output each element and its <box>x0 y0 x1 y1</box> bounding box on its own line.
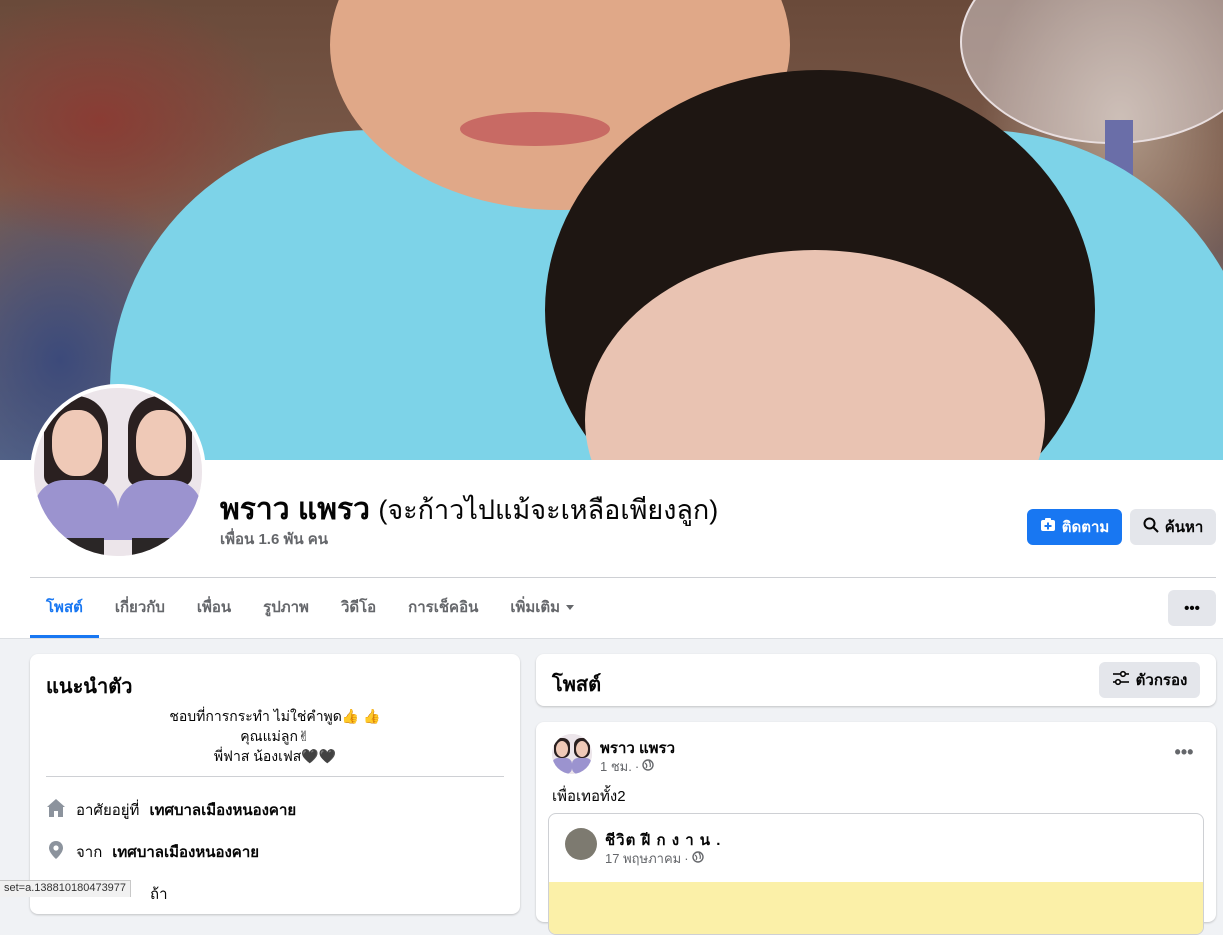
meta-separator: · <box>634 759 640 774</box>
shared-post-background <box>549 882 1203 934</box>
tab-posts-label: โพสต์ <box>46 598 83 616</box>
intro-title: แนะนำตัว <box>46 676 133 698</box>
profile-more-button[interactable]: ••• <box>1168 590 1216 626</box>
bio-line: ชอบที่การกระทำ ไม่ใช่คำพูด👍 👍 <box>169 708 381 724</box>
shared-meta: 17 พฤษภาคม · <box>605 848 704 869</box>
lives-in-prefix: อาศัยอยู่ที่ <box>76 802 140 819</box>
filter-sliders-icon <box>1112 670 1130 690</box>
tab-more[interactable]: เพิ่มเติม <box>494 578 591 636</box>
home-icon <box>46 798 66 822</box>
avatar-photo-left <box>34 388 118 556</box>
avatar-photo-right <box>118 388 202 556</box>
tab-friends[interactable]: เพื่อน <box>181 578 247 636</box>
caret-down-icon <box>565 599 575 616</box>
tab-videos[interactable]: วิดีโอ <box>325 578 392 636</box>
tab-photos-label: รูปภาพ <box>263 599 309 616</box>
shared-post[interactable]: ชีวิต ฝี ก ง า น . 17 พฤษภาคม · <box>548 813 1204 935</box>
shared-date[interactable]: 17 พฤษภาคม <box>605 848 681 869</box>
location-pin-icon <box>46 840 66 864</box>
profile-name: พราว แพรว (จะก้าวไปแม้จะเหลือเพียงลูก) <box>220 486 718 533</box>
more-dots-icon: ••• <box>1184 599 1200 617</box>
follow-icon <box>1040 517 1056 537</box>
tab-about[interactable]: เกี่ยวกับ <box>99 578 181 636</box>
profile-tabs: โพสต์ เกี่ยวกับ เพื่อน รูปภาพ วิดีโอ การ… <box>30 578 591 638</box>
follow-label: ติดตาม <box>1061 519 1110 536</box>
follow-button[interactable]: ติดตาม <box>1027 509 1122 545</box>
posts-title: โพสต์ <box>552 674 602 696</box>
bio-line: พี่ฟาส น้องเฟส🖤🖤 <box>213 748 337 764</box>
tab-posts[interactable]: โพสต์ <box>30 578 99 638</box>
tab-videos-label: วิดีโอ <box>340 599 377 616</box>
search-button[interactable]: ค้นหา <box>1130 509 1216 545</box>
post-time[interactable]: 1 ชม. <box>600 756 632 777</box>
more-dots-icon: ••• <box>1174 741 1194 762</box>
post-text: เพื่อเทอทั้ง2 <box>552 788 626 805</box>
search-label: ค้นหา <box>1164 519 1204 536</box>
from-link[interactable]: เทศบาลเมืองหนองคาย <box>112 840 259 864</box>
tab-photos[interactable]: รูปภาพ <box>247 578 325 636</box>
tab-friends-label: เพื่อน <box>196 599 232 616</box>
from-prefix: จาก <box>76 844 103 861</box>
bio-line: คุณแม่ลูก✌ <box>240 728 310 744</box>
profile-name-text: พราว แพรว <box>220 493 370 526</box>
filter-button[interactable]: ตัวกรอง <box>1099 662 1200 698</box>
globe-icon <box>691 851 704 866</box>
browser-status-url: set=a.138810180473977 <box>0 880 132 897</box>
profile-alternate-name: (จะก้าวไปแม้จะเหลือเพียงลูก) <box>378 495 719 525</box>
intro-bio: ชอบที่การกระทำ ไม่ใช่คำพูด👍 👍 คุณแม่ลูก✌… <box>46 706 504 766</box>
lives-in-link[interactable]: เทศบาลเมืองหนองคาย <box>149 798 296 822</box>
friends-count[interactable]: เพื่อน 1.6 พัน คน <box>220 527 328 551</box>
tab-about-label: เกี่ยวกับ <box>114 599 165 616</box>
post-meta: 1 ชม. · <box>600 756 654 777</box>
avatar-photo <box>34 388 202 556</box>
search-icon <box>1143 517 1159 537</box>
partial-row: ถ้า <box>150 882 168 906</box>
shared-author-avatar[interactable] <box>565 828 597 860</box>
intro-card: แนะนำตัว ชอบที่การกระทำ ไม่ใช่คำพูด👍 👍 ค… <box>30 654 520 914</box>
cover-lips <box>460 112 610 146</box>
globe-icon <box>642 759 654 774</box>
from-row: จาก เทศบาลเมืองหนองคาย <box>46 840 259 864</box>
partial-row-text: ถ้า <box>150 886 168 903</box>
tab-checkins[interactable]: การเช็คอิน <box>392 578 494 636</box>
tab-more-label: เพิ่มเติม <box>510 599 561 616</box>
post-card: พราว แพรว 1 ชม. · ••• เพื่อเทอทั้ง2 ชีวิ… <box>536 722 1216 935</box>
post-author-avatar[interactable] <box>552 734 592 774</box>
tab-checkins-label: การเช็คอิน <box>408 599 479 616</box>
lives-in-row: อาศัยอยู่ที่ เทศบาลเมืองหนองคาย <box>46 798 296 822</box>
meta-separator: · <box>684 851 689 866</box>
intro-divider <box>46 776 504 777</box>
posts-header-card: โพสต์ ตัวกรอง <box>536 654 1216 706</box>
post-menu-button[interactable]: ••• <box>1168 736 1200 768</box>
filter-label: ตัวกรอง <box>1135 672 1188 689</box>
profile-avatar[interactable] <box>30 384 206 560</box>
